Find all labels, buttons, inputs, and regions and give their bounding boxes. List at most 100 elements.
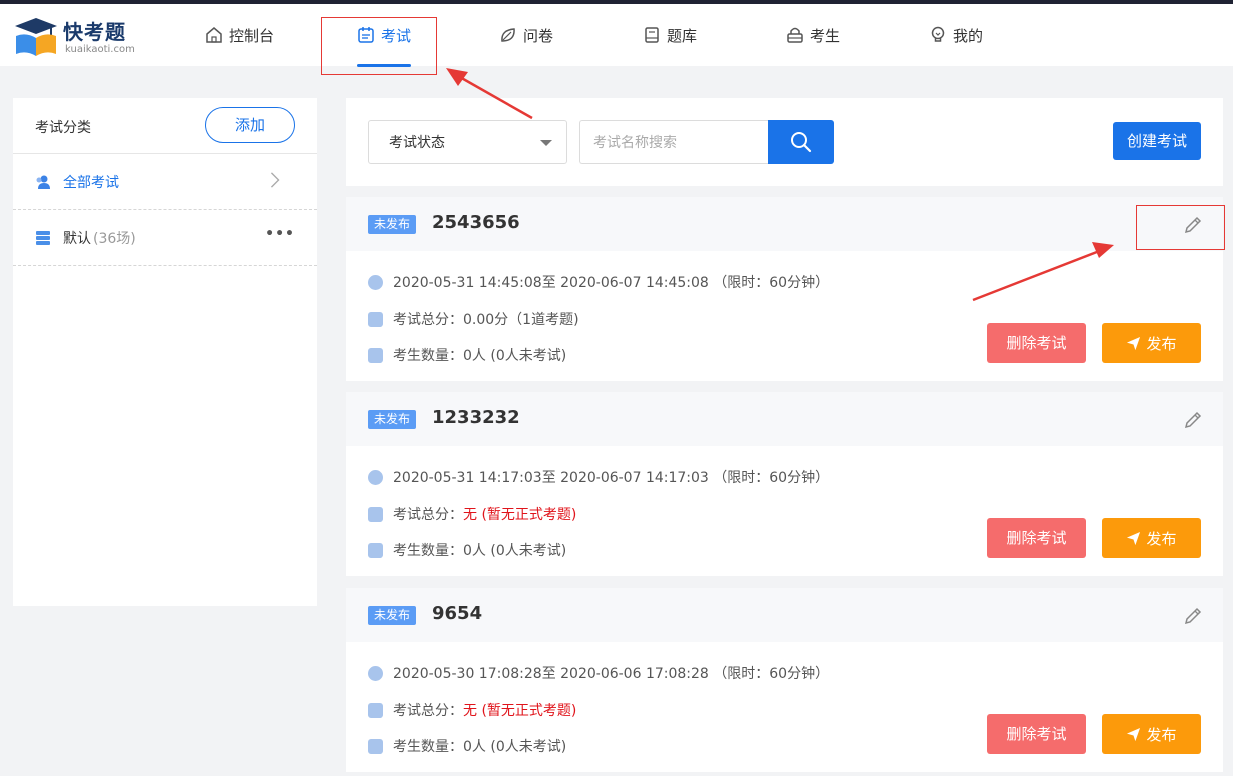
publish-label: 发布 (1146, 725, 1177, 744)
exam-time-row: 2020-05-31 14:45:08至 2020-06-07 14:45:08… (368, 272, 829, 292)
sidebar-item-default[interactable]: 默认 (36场) ••• (13, 210, 317, 266)
status-badge: 未发布 (368, 606, 417, 625)
users-icon (36, 175, 50, 189)
delete-exam-button[interactable]: 删除考试 (987, 714, 1086, 754)
candidate-count-label: 考生数量： (393, 348, 463, 364)
exam-time-row: 2020-05-31 14:17:03至 2020-06-07 14:17:03… (368, 467, 829, 487)
server-icon (36, 230, 50, 245)
score-icon (368, 702, 383, 718)
search-icon (791, 132, 812, 153)
book-icon (645, 27, 659, 43)
nav-item-mine[interactable]: 我的 (929, 24, 983, 46)
exam-time: 2020-05-31 14:45:08至 2020-06-07 14:45:08… (393, 275, 830, 291)
create-exam-button[interactable]: 创建考试 (1113, 122, 1201, 160)
sidebar-item-label: 全部考试 (63, 174, 119, 191)
nav-item-dashboard[interactable]: 控制台 (205, 24, 274, 46)
exam-candidates-row: 考生数量： 0人 (0人未考试) (368, 345, 566, 365)
exam-time: 2020-05-30 17:08:28至 2020-06-06 17:08:28… (393, 666, 830, 682)
publish-button[interactable]: 发布 (1102, 323, 1201, 363)
exam-card-header: 未发布 9654 (346, 588, 1223, 642)
leaf-icon (501, 28, 515, 42)
publish-button[interactable]: 发布 (1102, 518, 1201, 558)
publish-label: 发布 (1146, 529, 1177, 548)
candidate-count-value: 0人 (0人未考试) (463, 543, 567, 559)
category-sidebar: 考试分类 添加 全部考试 默认 (36场) ••• (13, 98, 317, 606)
more-menu-icon[interactable]: ••• (265, 226, 295, 242)
nav-item-label: 题库 (667, 26, 698, 45)
logo-title: 快考题 (63, 20, 126, 44)
edit-pencil-icon[interactable] (1183, 606, 1203, 626)
annotation-box-exam-tab (321, 17, 437, 75)
score-value: 无 (暂无正式考题) (463, 507, 577, 523)
edit-pencil-icon[interactable] (1183, 410, 1203, 430)
delete-exam-button[interactable]: 删除考试 (987, 518, 1086, 558)
nav-item-question-bank[interactable]: 题库 (643, 24, 697, 46)
nav-item-survey[interactable]: 问卷 (499, 24, 553, 46)
exam-candidates-row: 考生数量： 0人 (0人未考试) (368, 736, 566, 756)
filter-bar: 考试状态 创建考试 (346, 98, 1223, 186)
exam-score-row: 考试总分： 无 (暂无正式考题) (368, 504, 576, 524)
nav-item-label: 我的 (953, 26, 984, 45)
bulb-icon (931, 26, 945, 42)
logo-book-icon (15, 18, 57, 56)
sidebar-item-count: (36场) (93, 230, 136, 247)
exam-candidates-row: 考生数量： 0人 (0人未考试) (368, 540, 566, 560)
exam-name[interactable]: 9654 (432, 603, 482, 624)
send-icon (1127, 531, 1141, 545)
nav-item-candidates[interactable]: 考生 (786, 24, 840, 46)
exam-score-row: 考试总分： 无 (暂无正式考题) (368, 700, 576, 720)
exam-time-row: 2020-05-30 17:08:28至 2020-06-06 17:08:28… (368, 663, 829, 683)
exam-card-header: 未发布 1233232 (346, 392, 1223, 446)
sidebar-item-all-exams[interactable]: 全部考试 (13, 154, 317, 210)
send-icon (1127, 336, 1141, 350)
score-icon (368, 506, 383, 522)
exam-card: 未发布 9654 2020-05-30 17:08:28至 2020-06-06… (346, 588, 1223, 772)
annotation-box-edit-icon (1136, 205, 1225, 250)
add-category-button[interactable]: 添加 (205, 107, 295, 143)
home-icon (206, 27, 222, 43)
delete-exam-button[interactable]: 删除考试 (987, 323, 1086, 363)
lock-icon (787, 27, 803, 43)
user-icon (368, 738, 383, 754)
top-header: 快考题 kuaikaoti.com 控制台 考试 问卷 题库 考生 我的 (0, 4, 1233, 67)
logo-subtitle: kuaikaoti.com (65, 44, 135, 55)
sidebar-item-label: 默认 (63, 230, 91, 247)
exam-time: 2020-05-31 14:17:03至 2020-06-07 14:17:03… (393, 470, 830, 486)
clock-icon (368, 665, 383, 681)
exam-card-header: 未发布 2543656 (346, 197, 1223, 251)
exam-card: 未发布 1233232 2020-05-31 14:17:03至 2020-06… (346, 392, 1223, 576)
logo[interactable]: 快考题 kuaikaoti.com (13, 14, 135, 58)
score-label: 考试总分： (393, 507, 463, 523)
clock-icon (368, 274, 383, 290)
score-icon (368, 311, 383, 327)
exam-search-input[interactable] (579, 120, 769, 164)
exam-card: 未发布 2543656 2020-05-31 14:45:08至 2020-06… (346, 197, 1223, 381)
sidebar-header: 考试分类 添加 (13, 98, 317, 154)
candidate-count-value: 0人 (0人未考试) (463, 348, 567, 364)
sidebar-title: 考试分类 (35, 120, 91, 136)
publish-button[interactable]: 发布 (1102, 714, 1201, 754)
nav-item-label: 控制台 (229, 26, 275, 45)
score-value: 无 (暂无正式考题) (463, 703, 577, 719)
chevron-right-icon (270, 172, 280, 188)
score-label: 考试总分： (393, 703, 463, 719)
search-button[interactable] (768, 120, 834, 164)
user-icon (368, 542, 383, 558)
clock-icon (368, 469, 383, 485)
nav-item-label: 考生 (810, 26, 841, 45)
status-badge: 未发布 (368, 215, 417, 234)
nav-item-label: 问卷 (523, 26, 554, 45)
status-badge: 未发布 (368, 410, 417, 429)
exam-name[interactable]: 2543656 (432, 212, 520, 233)
publish-label: 发布 (1146, 334, 1177, 353)
send-icon (1127, 727, 1141, 741)
candidate-count-value: 0人 (0人未考试) (463, 739, 567, 755)
score-value: 0.00分（1道考题) (463, 312, 579, 328)
exam-name[interactable]: 1233232 (432, 407, 520, 428)
exam-score-row: 考试总分： 0.00分（1道考题) (368, 309, 579, 329)
exam-status-select[interactable]: 考试状态 (368, 120, 567, 164)
caret-down-icon (540, 140, 552, 146)
candidate-count-label: 考生数量： (393, 739, 463, 755)
user-icon (368, 347, 383, 363)
exam-status-label: 考试状态 (389, 135, 445, 151)
